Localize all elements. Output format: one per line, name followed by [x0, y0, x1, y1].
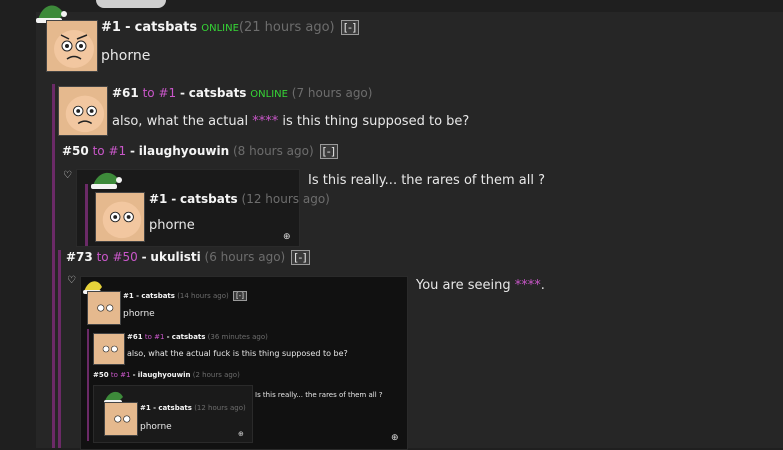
post-73-header: #73 to #50 - ukulisti (6 hours ago) [-]: [66, 250, 310, 265]
thread-line: [87, 329, 89, 441]
post-body: also, what the actual **** is this thing…: [112, 114, 469, 129]
body-text: .: [540, 278, 545, 293]
mini-header: #50 to #1 - ilaughyouwin (2 hours ago): [93, 371, 240, 379]
thread-line: [58, 250, 61, 448]
zoom-in-icon: ⊕: [238, 430, 244, 438]
username[interactable]: ukulisti: [150, 250, 200, 264]
collapse-button: [-]: [232, 291, 247, 301]
post-body: phorne: [101, 48, 151, 64]
separator: -: [171, 192, 177, 206]
post-61: #61 to #1 - catsbats ONLINE (7 hours ago…: [56, 84, 656, 144]
timestamp: (12 hours ago): [194, 404, 246, 412]
separator: -: [141, 250, 147, 264]
timestamp: (7 hours ago): [291, 86, 373, 100]
cat-avatar: [104, 402, 138, 436]
username[interactable]: catsbats: [135, 20, 197, 35]
thread-column: #1 - catsbats ONLINE(21 hours ago) [-] p…: [36, 0, 783, 450]
post-id-link[interactable]: #61: [112, 86, 139, 100]
online-status: ONLINE: [250, 89, 288, 100]
mini-body: phorne: [123, 309, 155, 319]
reply-to-link[interactable]: to #50: [97, 250, 138, 264]
thread-line: [52, 84, 55, 448]
separator: -: [132, 371, 136, 379]
separator: -: [166, 333, 170, 341]
thread-line: [85, 184, 88, 246]
timestamp: (14 hours ago): [177, 292, 229, 300]
mini-header: #1 - catsbats (14 hours ago) [-]: [123, 291, 247, 301]
username[interactable]: catsbats: [180, 192, 238, 206]
mini-body: Is this really... the rares of them all …: [255, 391, 383, 399]
username: catsbats: [158, 404, 192, 412]
cat-avatar: [87, 291, 121, 325]
body-text: is this thing supposed to be?: [278, 114, 470, 129]
reply-to: to #1: [110, 371, 131, 379]
mini-body: phorne: [140, 422, 172, 432]
body-text: You are seeing: [416, 278, 515, 293]
post-id-link[interactable]: #1: [101, 20, 121, 35]
separator: -: [129, 144, 135, 158]
zoom-in-icon[interactable]: ⊕: [283, 232, 291, 242]
post-body: You are seeing ****.: [416, 278, 545, 293]
quoted-post-box: #1 - catsbats (12 hours ago) phorne ⊕: [76, 168, 330, 247]
collapse-button[interactable]: [-]: [340, 20, 360, 35]
quoted-header: #1 - catsbats (12 hours ago): [149, 192, 330, 206]
body-text: also, what the actual: [112, 114, 253, 129]
quoted-body: phorne: [149, 218, 195, 233]
reply-to: to #1: [144, 333, 165, 341]
timestamp: (2 hours ago): [192, 371, 240, 379]
embedded-screenshot[interactable]: #1 - catsbats (14 hours ago) [-] phorne …: [80, 276, 408, 450]
username[interactable]: ilaughyouwin: [139, 144, 229, 158]
timestamp: (8 hours ago): [232, 144, 314, 158]
zoom-in-icon[interactable]: ⊕: [391, 433, 399, 443]
post-header: #1 - catsbats ONLINE(21 hours ago) [-]: [101, 20, 360, 35]
post-id: #61: [127, 333, 143, 341]
collapse-button[interactable]: [-]: [319, 144, 339, 159]
cat-avatar: [93, 333, 125, 365]
separator: -: [125, 20, 131, 35]
username: ilaughyouwin: [137, 371, 191, 379]
mini-quote: #1 - catsbats (12 hours ago) phorne ⊕: [93, 385, 253, 443]
collapse-button[interactable]: [-]: [291, 250, 310, 265]
post-id-link[interactable]: #50: [62, 144, 89, 158]
post-header: #61 to #1 - catsbats ONLINE (7 hours ago…: [112, 86, 372, 100]
reply-to-link[interactable]: to #1: [143, 86, 177, 100]
username: catsbats: [141, 292, 175, 300]
username[interactable]: catsbats: [189, 86, 247, 100]
censored-word: ****: [252, 114, 279, 129]
username: catsbats: [171, 333, 206, 341]
online-status: ONLINE: [201, 23, 239, 34]
cat-avatar[interactable]: [58, 86, 108, 136]
mini-header: #1 - catsbats (12 hours ago): [140, 404, 246, 412]
separator: -: [179, 86, 185, 100]
mini-body: also, what the actual fuck is this thing…: [127, 349, 348, 358]
top-image-fragment: [96, 0, 166, 8]
timestamp: (12 hours ago): [241, 192, 330, 206]
timestamp: (6 hours ago): [204, 250, 286, 264]
timestamp: (36 minutes ago): [207, 333, 268, 341]
post-id-link[interactable]: #1: [149, 192, 167, 206]
post-id-link[interactable]: #73: [66, 250, 93, 264]
cat-avatar[interactable]: [46, 20, 98, 72]
heart-icon[interactable]: ♡: [67, 275, 76, 286]
cat-avatar[interactable]: [95, 192, 145, 242]
post-1: #1 - catsbats ONLINE(21 hours ago) [-] p…: [36, 5, 736, 72]
post-id: #50: [93, 371, 109, 379]
post-id: #1 -: [140, 404, 157, 412]
post-id: #1 -: [123, 292, 140, 300]
santa-hat-icon: [89, 168, 123, 194]
timestamp: (21 hours ago): [238, 20, 335, 35]
heart-icon[interactable]: ♡: [63, 170, 72, 181]
reply-to-link[interactable]: to #1: [93, 144, 127, 158]
post-50-header: #50 to #1 - ilaughyouwin (8 hours ago) […: [62, 144, 339, 159]
post-body: Is this really... the rares of them all …: [308, 173, 545, 188]
censored-word: ****: [514, 278, 541, 293]
mini-header: #61 to #1 - catsbats (36 minutes ago): [127, 333, 268, 341]
